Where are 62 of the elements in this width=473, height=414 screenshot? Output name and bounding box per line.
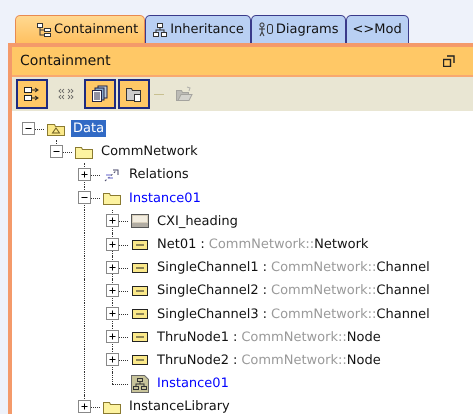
tab[interactable]: <>Mod (346, 15, 409, 43)
type-separator: : (232, 330, 238, 345)
picture-icon (130, 213, 150, 230)
tree-item[interactable]: CXI_heading (155, 212, 240, 230)
expand-icon[interactable] (106, 307, 119, 320)
diagram-icon (130, 374, 150, 394)
type-separator: : (262, 306, 267, 322)
folder-icon (102, 190, 122, 206)
type-name: Node (346, 330, 381, 345)
type-name: Channel (376, 260, 430, 276)
toolbar-button[interactable] (16, 79, 48, 109)
panel-title: Containment (20, 53, 111, 69)
expand-icon[interactable] (106, 260, 119, 274)
type-qualifier: CommNetwork:: (208, 237, 314, 252)
documents-icon (91, 85, 109, 103)
expand-icon[interactable] (78, 400, 91, 413)
tree-item[interactable]: Instance01 (127, 190, 203, 207)
type-qualifier: CommNetwork:: (241, 352, 347, 368)
collapse-icon[interactable] (22, 122, 35, 135)
tree-item[interactable]: Instance01 (155, 375, 231, 392)
hierarchy-icon (152, 22, 168, 38)
expand-icon[interactable] (106, 284, 119, 297)
tree-item[interactable]: SingleChannel3 (155, 306, 261, 323)
expand-icon[interactable] (106, 214, 119, 228)
expand-icon[interactable] (106, 238, 119, 251)
open-folder-icon (175, 85, 193, 103)
tab[interactable]: Inheritance (145, 15, 251, 43)
expand-icon[interactable] (106, 330, 119, 344)
type-name: Network (314, 237, 368, 252)
diagram-icon (258, 22, 274, 38)
type-separator: : (262, 260, 267, 276)
collapse-icon[interactable] (78, 191, 91, 204)
type-separator: : (200, 237, 205, 252)
expand-all-icon (23, 85, 41, 103)
window-icon (125, 85, 143, 103)
type-qualifier: CommNetwork:: (271, 260, 376, 276)
expand-icon[interactable] (106, 353, 119, 366)
tree-item[interactable]: Relations (127, 166, 191, 184)
toolbar-button[interactable] (84, 79, 116, 109)
type-separator: : (262, 283, 267, 298)
tree-item[interactable]: ThruNode2 (155, 352, 231, 369)
expand-icon[interactable] (78, 168, 91, 181)
restore-icon[interactable] (443, 55, 455, 67)
tree-item[interactable]: InstanceLibrary (127, 398, 232, 414)
type-name: Node (346, 352, 381, 368)
tree-item[interactable]: SingleChannel2 (155, 282, 261, 300)
tree-item[interactable]: Data (71, 120, 106, 138)
tree-item[interactable]: SingleChannel1 (155, 259, 261, 276)
type-qualifier: CommNetwork:: (271, 306, 376, 322)
tab[interactable]: Diagrams (250, 15, 346, 43)
type-name: Channel (376, 283, 430, 298)
type-qualifier: CommNetwork:: (241, 330, 347, 345)
tree-item[interactable]: CommNetwork (99, 143, 200, 160)
tree-item[interactable]: ThruNode1 (155, 328, 231, 346)
tree-icon (36, 22, 52, 38)
toolbar-button[interactable] (118, 79, 150, 109)
type-name: Channel (376, 306, 430, 322)
tab[interactable]: Containment (15, 15, 146, 43)
tree-item[interactable]: Net01 (155, 236, 198, 254)
type-separator: : (232, 352, 238, 368)
collapse-icon[interactable] (50, 144, 63, 158)
type-qualifier: CommNetwork:: (271, 283, 376, 298)
